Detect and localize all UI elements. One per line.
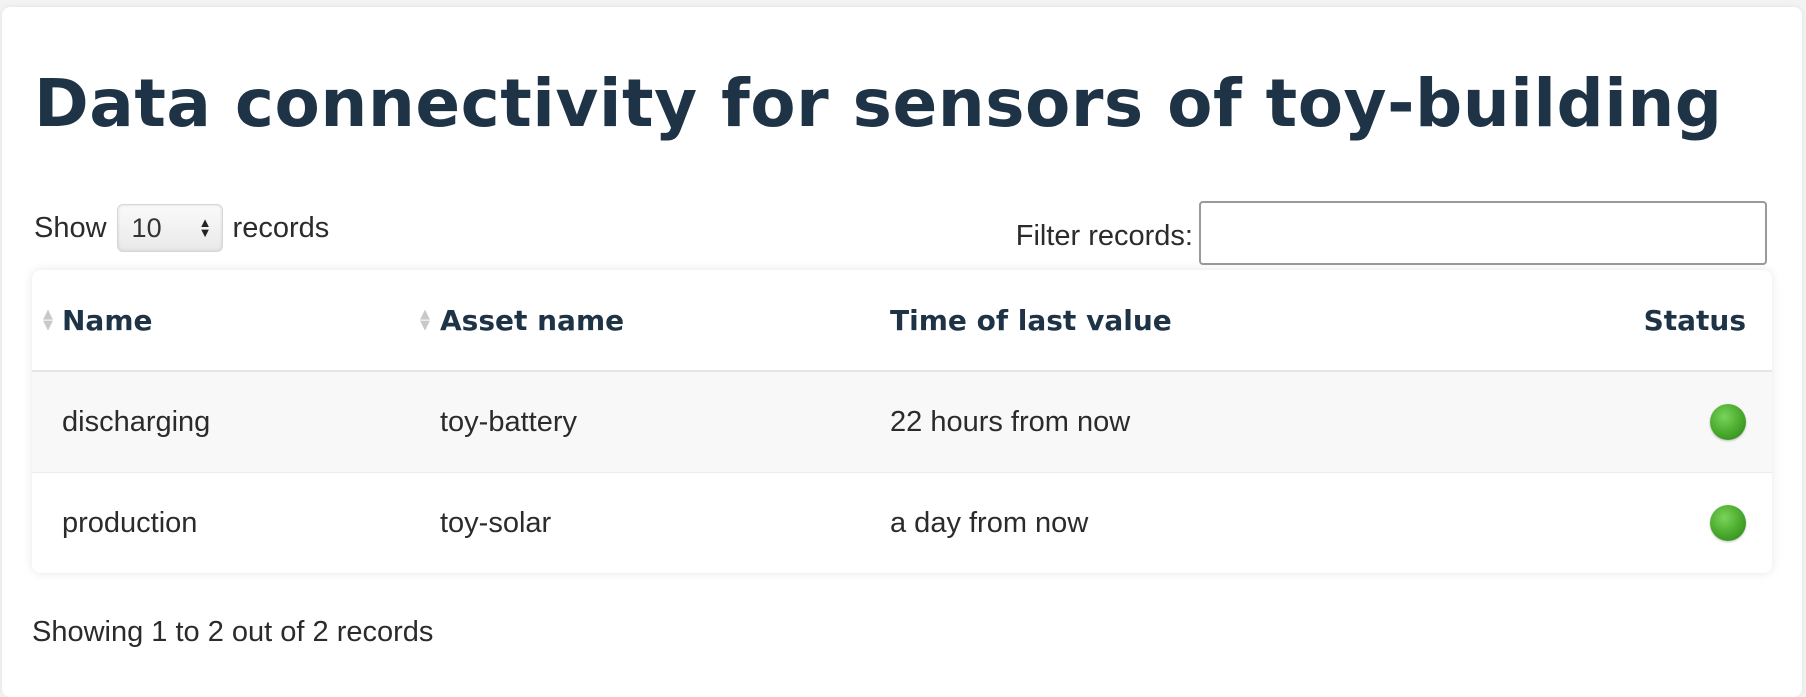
records-length-control: Show 10 ▲ ▼ records — [34, 204, 329, 252]
table-row: production toy-solar a day from now — [32, 472, 1772, 573]
sort-icon: ▲ ▼ — [420, 307, 430, 333]
sensors-table: ▲ ▼ Name ▲ ▼ Asset name Time of last value… — [32, 270, 1772, 573]
column-header-name-label: Name — [62, 303, 153, 337]
asset-name-cell: toy-solar — [440, 472, 890, 573]
column-header-asset-name[interactable]: ▲ ▼ Asset name — [420, 270, 890, 372]
column-header-status-label: Status — [1643, 303, 1746, 337]
asset-name-cell: toy-battery — [440, 371, 890, 473]
length-prefix-label: Show — [34, 211, 107, 244]
filter-records-input[interactable] — [1199, 201, 1767, 265]
status-cell — [1635, 472, 1772, 573]
column-header-asset-name-label: Asset name — [440, 303, 625, 337]
green-status-icon — [1710, 505, 1746, 541]
sensor-name-cell: production — [32, 472, 440, 573]
sensors-table-card: ▲ ▼ Name ▲ ▼ Asset name Time of last value… — [32, 270, 1772, 573]
records-per-page-select[interactable]: 10 ▲ ▼ — [116, 204, 223, 252]
length-suffix-label: records — [232, 211, 330, 244]
green-status-icon — [1710, 404, 1746, 440]
sort-icon: ▲ ▼ — [43, 307, 53, 333]
time-of-last-value-cell: a day from now — [890, 472, 1635, 573]
table-row: discharging toy-battery 22 hours from no… — [32, 371, 1772, 473]
sensor-name-cell: discharging — [32, 371, 440, 473]
status-cell — [1635, 371, 1772, 473]
table-info-text: Showing 1 to 2 out of 2 records — [32, 616, 434, 648]
select-arrows-icon: ▲ ▼ — [198, 215, 212, 240]
time-of-last-value-cell: 22 hours from now — [890, 371, 1635, 473]
records-per-page-value: 10 — [131, 212, 162, 243]
column-header-name[interactable]: ▲ ▼ Name — [32, 270, 440, 372]
filter-control: Filter records: — [1016, 201, 1767, 265]
column-header-time-of-last-value: Time of last value — [890, 270, 1635, 372]
filter-label: Filter records: — [1015, 219, 1193, 252]
page-title: Data connectivity for sensors of toy-bui… — [34, 65, 1723, 142]
table-header-row: ▲ ▼ Name ▲ ▼ Asset name Time of last value… — [32, 270, 1772, 372]
column-header-status: Status — [1635, 270, 1772, 372]
column-header-time-label: Time of last value — [890, 303, 1172, 337]
